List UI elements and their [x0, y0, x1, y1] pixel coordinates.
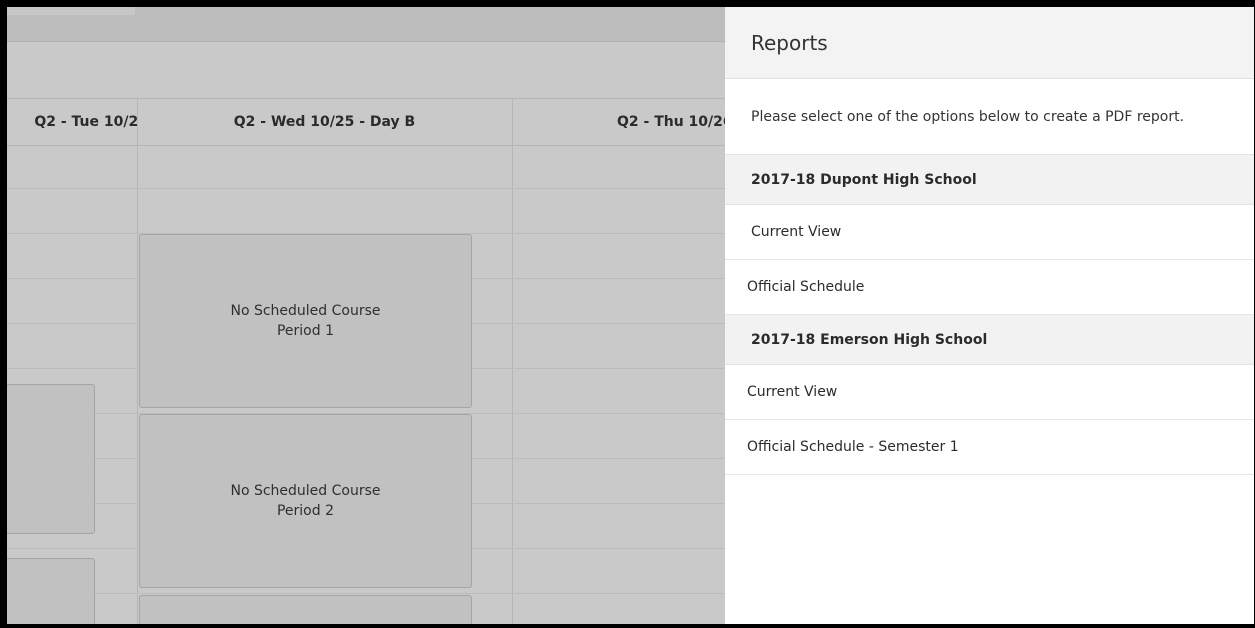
course-block[interactable] [139, 595, 472, 624]
report-option-emerson-current-view[interactable]: Current View [725, 365, 1254, 420]
column-divider [137, 98, 138, 624]
column-header-day-2[interactable]: Q2 - Wed 10/25 - Day B [137, 99, 512, 145]
course-period: Period 1 [276, 323, 334, 339]
reports-panel: Reports Please select one of the options… [725, 7, 1254, 624]
course-block-text: No Scheduled Course Period 1 [140, 301, 471, 341]
panel-instructions: Please select one of the options below t… [725, 79, 1254, 155]
course-block[interactable] [7, 558, 95, 624]
report-option-emerson-official-schedule-semester-1[interactable]: Official Schedule - Semester 1 [725, 420, 1254, 475]
course-block-period-2[interactable]: No Scheduled Course Period 2 [139, 414, 472, 588]
course-period: Period 2 [276, 503, 334, 519]
report-option-dupont-current-view[interactable]: Current View [725, 205, 1254, 260]
column-header-label: Q2 - Wed 10/25 - Day B [233, 114, 416, 130]
column-divider [512, 98, 513, 624]
toolbar-tab [7, 7, 135, 15]
course-block[interactable] [7, 384, 95, 534]
course-block-text: No Scheduled Course Period 2 [140, 481, 471, 521]
report-group-emerson: 2017-18 Emerson High School [725, 315, 1254, 365]
course-name: No Scheduled Course [230, 483, 381, 499]
column-header-day-1[interactable]: Q2 - Tue 10/24 - Day A [7, 99, 137, 145]
report-option-dupont-official-schedule[interactable]: Official Schedule [725, 260, 1254, 315]
course-name: No Scheduled Course [230, 303, 381, 319]
course-block-period-1[interactable]: No Scheduled Course Period 1 [139, 234, 472, 408]
column-header-label: Q2 - Tue 10/24 - Day A [34, 114, 137, 130]
app-frame: Q2 - Tue 10/24 - Day A Q2 - Wed 10/25 - … [7, 7, 1254, 624]
panel-title: Reports [725, 7, 1254, 79]
report-group-dupont: 2017-18 Dupont High School [725, 155, 1254, 205]
